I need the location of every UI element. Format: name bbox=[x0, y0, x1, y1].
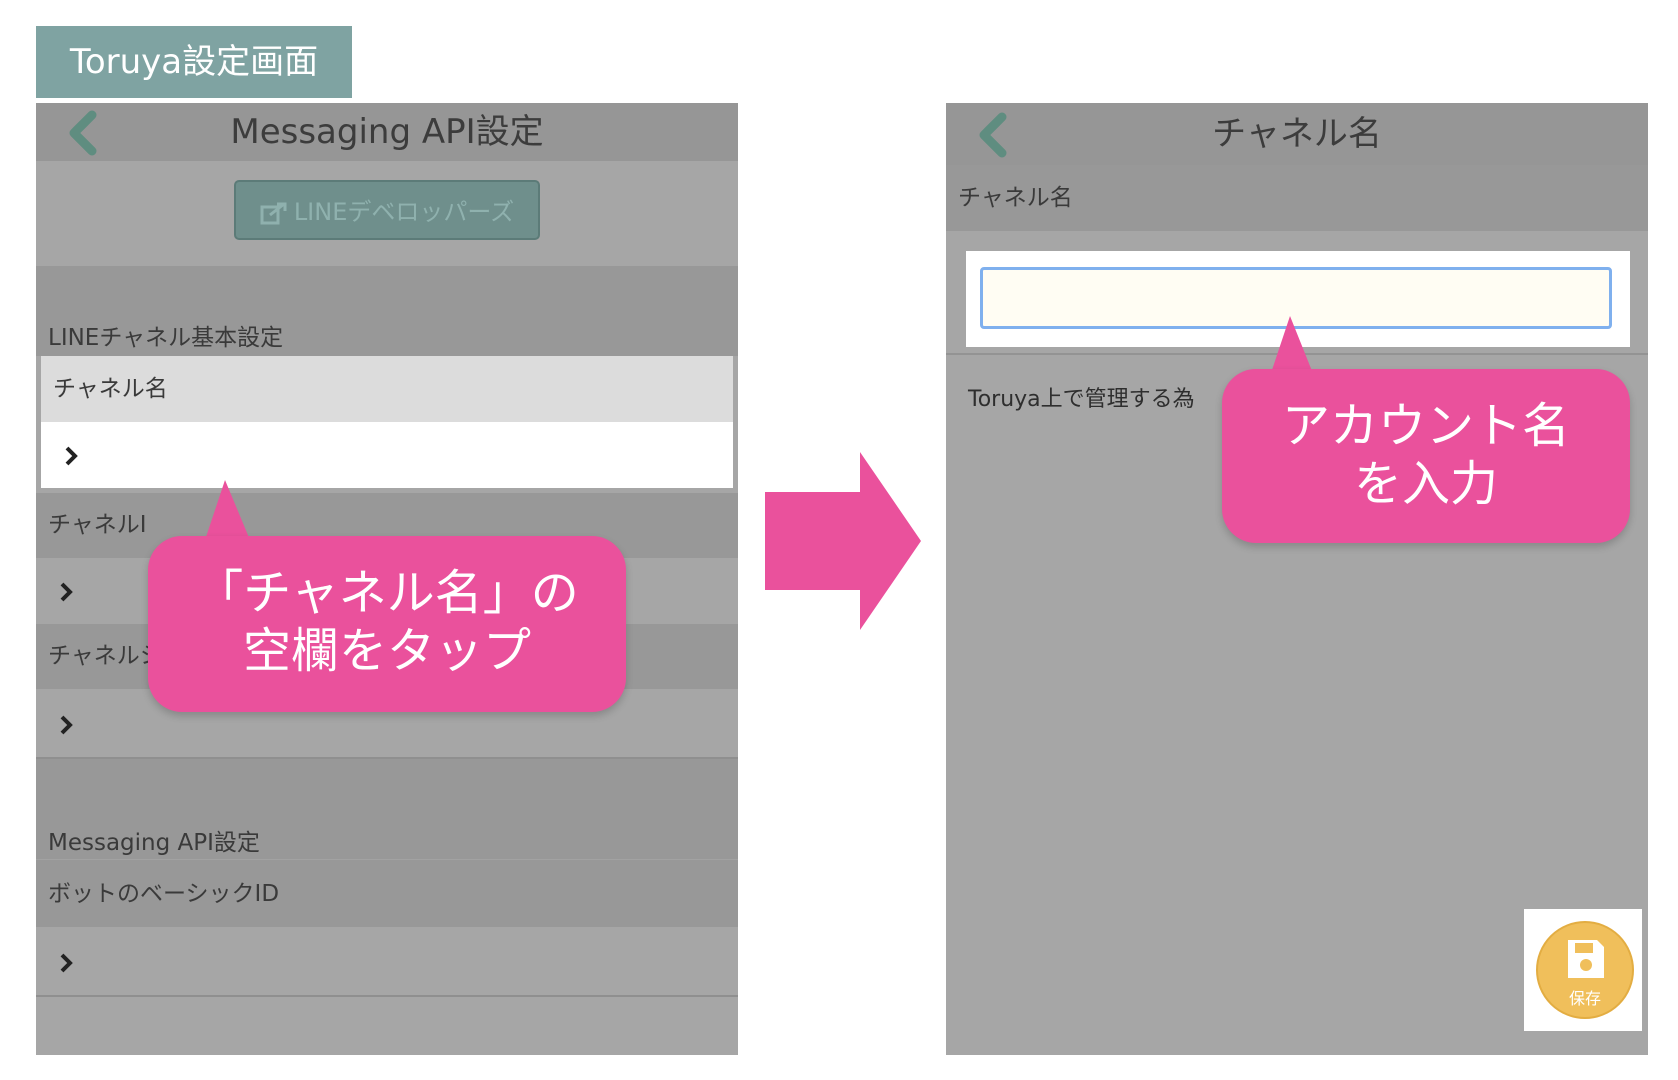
section-title: LINEチャネル基本設定 bbox=[48, 325, 284, 351]
channel-name-edit-screen: チャネル名 チャネル名 Toruya上で管理する為 保存 bbox=[946, 103, 1648, 1055]
callout-pointer bbox=[1270, 316, 1314, 376]
right-arrow-icon bbox=[765, 452, 921, 630]
row-bot-basic-id-label: ボットのベーシックID bbox=[36, 859, 738, 927]
save-button[interactable]: 保存 bbox=[1536, 921, 1634, 1019]
line-developers-button[interactable]: LINEデベロッパーズ bbox=[234, 180, 540, 240]
save-area: 保存 bbox=[1524, 909, 1642, 1031]
external-link-icon bbox=[260, 202, 287, 225]
row-channel-name-label: チャネル名 bbox=[41, 356, 733, 422]
tap-channel-name-callout: 「チャネル名」の 空欄をタップ bbox=[148, 536, 626, 712]
nav-bar: チャネル名 bbox=[946, 103, 1648, 166]
chevron-right-icon bbox=[60, 953, 73, 973]
field-label-row: チャネル名 bbox=[946, 165, 1648, 231]
callout-line: 「チャネル名」の bbox=[195, 565, 579, 621]
line-developers-label: LINEデベロッパーズ bbox=[293, 198, 515, 226]
chevron-right-icon bbox=[60, 715, 73, 735]
screen-title-tag: Toruya設定画面 bbox=[36, 26, 352, 98]
callout-line: を入力 bbox=[1353, 456, 1498, 512]
section-title: Messaging API設定 bbox=[48, 830, 260, 856]
save-label: 保存 bbox=[1568, 989, 1601, 1008]
callout-pointer bbox=[205, 480, 250, 540]
row-label: ボットのベーシックID bbox=[48, 881, 280, 907]
row-label: チャネル名 bbox=[53, 376, 168, 402]
callout-line: 空欄をタップ bbox=[242, 623, 531, 679]
floppy-disk-icon bbox=[1568, 940, 1604, 978]
section-header-messaging-api: Messaging API設定 bbox=[36, 759, 738, 859]
enter-account-name-callout: アカウント名 を入力 bbox=[1222, 369, 1630, 543]
nav-title: チャネル名 bbox=[1212, 114, 1382, 154]
chevron-right-icon bbox=[60, 582, 73, 602]
callout-line: アカウント名 bbox=[1281, 398, 1570, 454]
section-header-line-channel: LINEチャネル基本設定 bbox=[36, 266, 738, 356]
row-bot-basic-id-value[interactable] bbox=[36, 927, 738, 997]
nav-title: Messaging API設定 bbox=[230, 112, 544, 152]
nav-bar: Messaging API設定 bbox=[36, 103, 738, 162]
chevron-right-icon bbox=[65, 446, 78, 466]
helper-text: Toruya上で管理する為 bbox=[968, 387, 1195, 412]
field-label: チャネル名 bbox=[958, 185, 1073, 211]
row-channel-name-value[interactable] bbox=[41, 422, 733, 488]
